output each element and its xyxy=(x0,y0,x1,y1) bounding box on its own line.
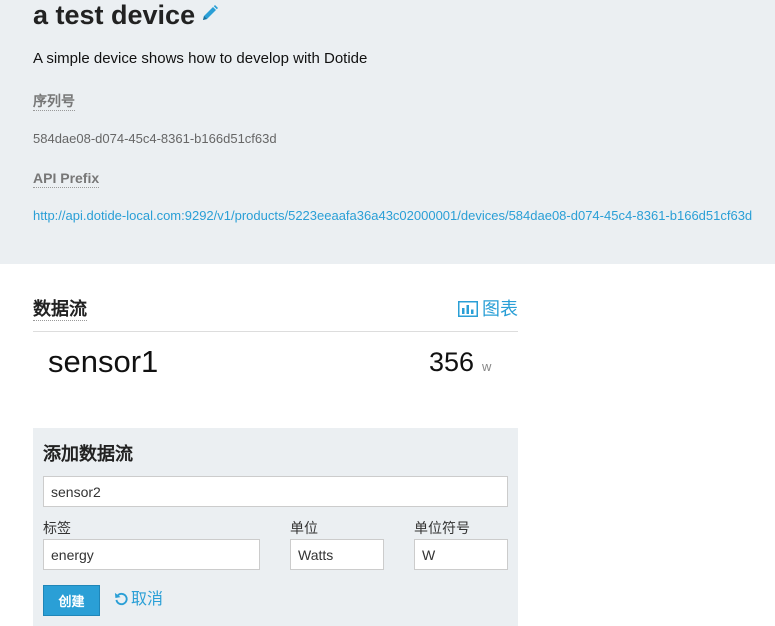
serial-number-label: 序列号 xyxy=(33,93,75,111)
stream-name-input[interactable] xyxy=(43,476,508,507)
undo-icon xyxy=(114,591,131,608)
create-button[interactable]: 创建 xyxy=(43,585,100,616)
api-prefix-label: API Prefix xyxy=(33,170,100,188)
chart-link-label: 图表 xyxy=(482,299,518,319)
bar-chart-icon xyxy=(458,299,482,319)
unit-label: 单位 xyxy=(290,520,318,536)
stream-unit: w xyxy=(482,359,492,374)
unit-symbol-label: 单位符号 xyxy=(414,520,470,536)
chart-link[interactable]: 图表 xyxy=(458,298,518,320)
stream-value: 356 xyxy=(429,347,475,377)
device-title: a test device xyxy=(33,0,219,32)
streams-section-title: 数据流 xyxy=(33,299,87,321)
api-prefix-link[interactable]: http://api.dotide-local.com:9292/v1/prod… xyxy=(33,208,752,224)
device-description: A simple device shows how to develop wit… xyxy=(33,50,368,67)
cancel-link[interactable]: 取消 xyxy=(114,590,163,610)
streams-divider xyxy=(33,331,518,332)
device-header-panel: a test device A simple device shows how … xyxy=(0,0,775,264)
cancel-label: 取消 xyxy=(131,591,164,608)
serial-number-value: 584dae08-d074-45c4-8361-b166d51cf63d xyxy=(33,131,277,146)
stream-name[interactable]: sensor1 xyxy=(48,343,158,381)
add-stream-title: 添加数据流 xyxy=(43,444,133,464)
pencil-icon[interactable] xyxy=(201,0,219,30)
tag-input[interactable] xyxy=(43,539,260,570)
device-title-text: a test device xyxy=(33,0,196,30)
add-stream-form: 添加数据流 标签 单位 单位符号 创建 取消 xyxy=(33,428,518,626)
unit-input[interactable] xyxy=(290,539,384,570)
tag-label: 标签 xyxy=(43,520,71,536)
unit-symbol-input[interactable] xyxy=(414,539,508,570)
